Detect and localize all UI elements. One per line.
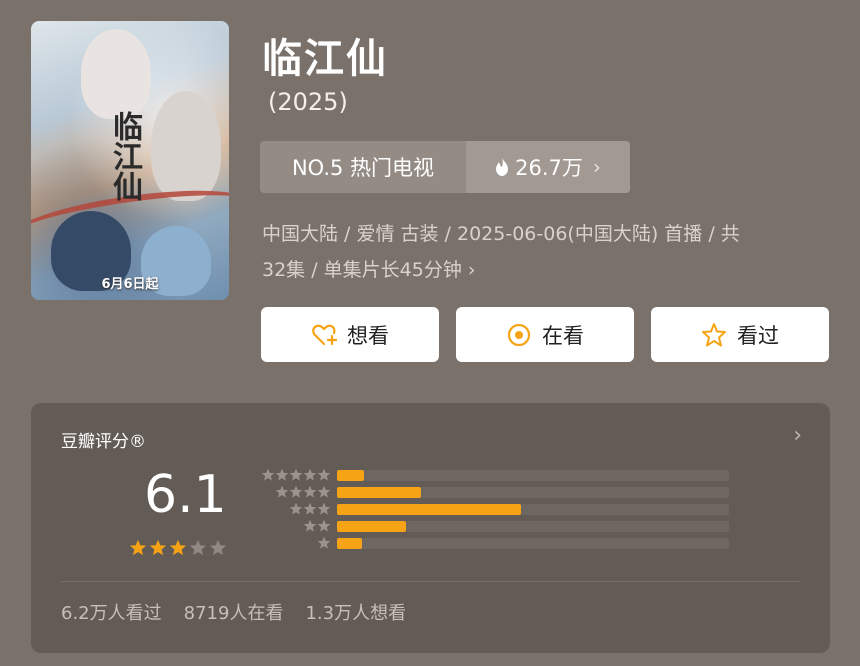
star-icon — [317, 502, 331, 515]
watching-count: 8719人在看 — [183, 603, 284, 624]
rating-bar-fill — [337, 538, 363, 549]
rating-stars — [129, 539, 227, 557]
star-icon — [317, 536, 331, 549]
star-icon — [261, 468, 275, 481]
rating-row-stars — [259, 485, 331, 499]
flame-icon — [496, 158, 509, 176]
star-icon — [317, 519, 331, 532]
watched-count: 6.2万人看过 — [61, 603, 162, 624]
rank-label[interactable]: NO.5 热门电视 — [260, 141, 466, 193]
rating-bar-fill — [337, 470, 365, 481]
star-icon — [289, 502, 303, 515]
star-empty-icon — [189, 539, 207, 556]
rating-bar-fill — [337, 504, 522, 515]
watched-button[interactable]: 看过 — [651, 307, 829, 362]
poster-figure-right — [151, 91, 221, 201]
star-icon — [303, 485, 317, 498]
rating-row-1-star — [259, 535, 331, 551]
watching-button[interactable]: 在看 — [456, 307, 634, 362]
chevron-right-icon[interactable]: › — [793, 423, 802, 448]
rating-stats: 6.2万人看过 8719人在看 1.3万人想看 — [61, 599, 406, 625]
star-icon — [317, 468, 331, 481]
heat-indicator[interactable]: 26.7万 › — [466, 141, 630, 193]
rating-row-stars — [259, 536, 331, 550]
rating-row-stars — [259, 519, 331, 533]
rating-bar-track — [337, 521, 729, 532]
star-filled-icon — [129, 539, 147, 556]
chevron-right-icon: › — [592, 155, 601, 179]
rating-header: 豆瓣评分® — [61, 432, 146, 452]
rating-row-stars — [259, 468, 331, 482]
target-circle-icon — [507, 323, 531, 346]
star-icon — [289, 485, 303, 498]
rating-score: 6.1 — [144, 465, 227, 525]
want-to-watch-button[interactable]: 想看 — [261, 307, 439, 362]
star-empty-icon — [209, 539, 227, 556]
star-icon — [317, 485, 331, 498]
rating-row-4-star — [259, 484, 331, 500]
meta-line-1: 中国大陆 / 爱情 古装 / 2025-06-06(中国大陆) 首播 / 共 — [262, 223, 740, 245]
rating-row-stars — [259, 502, 331, 516]
poster-figure-top — [81, 29, 151, 119]
star-icon — [275, 468, 289, 481]
rating-row-3-star — [259, 501, 331, 517]
rank-badge[interactable]: NO.5 热门电视 26.7万 › — [260, 141, 630, 193]
rating-bar-track — [337, 538, 729, 549]
rating-bar-fill — [337, 487, 422, 498]
watching-label: 在看 — [542, 323, 584, 348]
star-outline-icon — [702, 322, 726, 346]
heat-value: 26.7万 — [515, 156, 583, 180]
want-count: 1.3万人想看 — [305, 603, 407, 624]
rating-bar-track — [337, 487, 729, 498]
poster-calligraphy: 临江仙 — [107, 111, 142, 201]
rating-card[interactable]: 豆瓣评分® › 6.1 6.2万人看过 8719人在看 1.3万人想看 — [31, 403, 830, 653]
star-filled-icon — [149, 539, 167, 556]
meta-line-2: 32集 / 单集片长45分钟 — [262, 259, 462, 281]
star-icon — [289, 468, 303, 481]
star-icon — [303, 502, 317, 515]
star-icon — [275, 485, 289, 498]
chevron-right-icon: › — [467, 259, 476, 281]
want-to-watch-label: 想看 — [347, 323, 389, 348]
rating-row-5-star — [259, 467, 331, 483]
heart-plus-icon — [312, 324, 337, 345]
rating-bar-fill — [337, 521, 406, 532]
poster-image[interactable]: 临江仙 6月6日起 — [31, 21, 229, 300]
star-icon — [303, 468, 317, 481]
show-meta-info[interactable]: 中国大陆 / 爱情 古装 / 2025-06-06(中国大陆) 首播 / 共 3… — [262, 216, 822, 288]
rating-row-2-star — [259, 518, 331, 534]
meta-line-2-wrap: 32集 / 单集片长45分钟 › — [262, 252, 822, 288]
rating-bar-track — [337, 504, 729, 515]
watched-label: 看过 — [737, 323, 779, 348]
poster-release-note: 6月6日起 — [101, 277, 159, 292]
rating-bar-track — [337, 470, 729, 481]
star-icon — [303, 519, 317, 532]
release-year: (2025) — [268, 88, 348, 116]
divider — [61, 581, 800, 582]
star-filled-icon — [169, 539, 187, 556]
page-title: 临江仙 — [262, 36, 388, 82]
